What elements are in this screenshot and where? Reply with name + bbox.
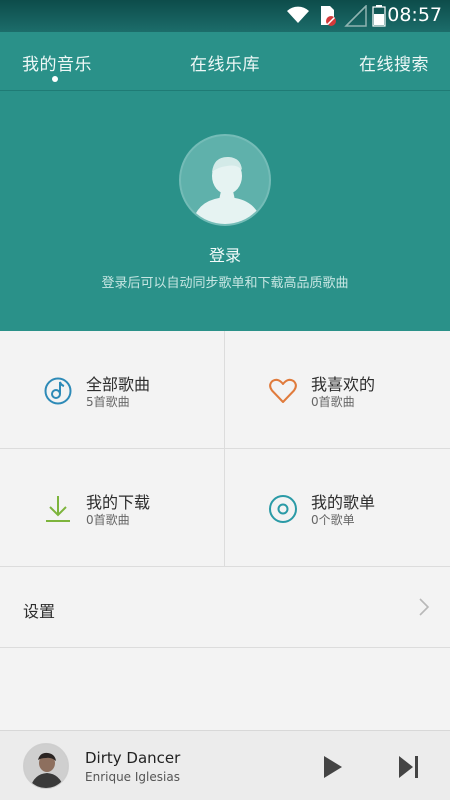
tab-online-search[interactable]: 在线搜索 bbox=[359, 50, 429, 75]
grid-item-all-songs[interactable]: 全部歌曲 5首歌曲 bbox=[0, 331, 225, 449]
music-app-screen: 08:57 我的音乐 在线乐库 在线搜索 登录 登录后可以自动同步歌单和下载高品… bbox=[0, 0, 450, 800]
battery-icon bbox=[372, 5, 386, 27]
grid-item-count: 0首歌曲 bbox=[311, 395, 355, 409]
grid-divider-horizontal bbox=[0, 448, 450, 449]
play-icon[interactable] bbox=[318, 753, 346, 781]
song-artist: Enrique Iglesias bbox=[85, 770, 180, 784]
status-bar: 08:57 bbox=[0, 0, 450, 32]
login-button[interactable]: 登录 bbox=[0, 242, 450, 266]
grid-item-count: 5首歌曲 bbox=[86, 395, 130, 409]
playlist-disc-icon bbox=[269, 495, 297, 523]
download-icon bbox=[46, 496, 70, 522]
grid-item-favorites[interactable]: 我喜欢的 0首歌曲 bbox=[225, 331, 450, 449]
music-note-icon bbox=[44, 377, 72, 405]
artist-photo-icon bbox=[24, 744, 68, 788]
profile-header: 我的音乐 在线乐库 在线搜索 登录 登录后可以自动同步歌单和下载高品质歌曲 bbox=[0, 32, 450, 331]
tab-online-library[interactable]: 在线乐库 bbox=[190, 50, 260, 75]
login-hint: 登录后可以自动同步歌单和下载高品质歌曲 bbox=[101, 276, 349, 291]
tabs-divider bbox=[0, 90, 450, 91]
grid-item-playlists[interactable]: 我的歌单 0个歌单 bbox=[225, 449, 450, 567]
settings-row[interactable]: 设置 bbox=[0, 567, 450, 647]
heart-icon bbox=[269, 378, 297, 403]
clock: 08:57 bbox=[387, 4, 442, 26]
chevron-right-icon bbox=[419, 598, 430, 616]
grid-item-title: 我的下载 bbox=[86, 493, 151, 512]
grid-divider-vertical bbox=[224, 331, 225, 567]
top-tabs: 我的音乐 在线乐库 在线搜索 bbox=[0, 32, 450, 90]
skip-next-icon[interactable] bbox=[395, 753, 423, 781]
mini-player[interactable]: Dirty Dancer Enrique Iglesias bbox=[0, 730, 450, 800]
library-grid: 全部歌曲 5首歌曲 我喜欢的 0首歌曲 我的下载 0首歌曲 我的歌单 0个歌单 bbox=[0, 331, 450, 567]
album-art[interactable] bbox=[23, 743, 69, 789]
grid-item-count: 0首歌曲 bbox=[86, 513, 130, 527]
settings-divider bbox=[0, 647, 450, 648]
person-silhouette-icon bbox=[191, 156, 263, 224]
signal-icon bbox=[344, 5, 367, 27]
tab-my-music[interactable]: 我的音乐 bbox=[22, 50, 92, 75]
grid-item-title: 我的歌单 bbox=[311, 493, 376, 512]
sim-blocked-icon bbox=[321, 6, 336, 26]
user-avatar[interactable] bbox=[179, 134, 271, 226]
grid-item-title: 全部歌曲 bbox=[86, 375, 151, 394]
grid-item-count: 0个歌单 bbox=[311, 513, 355, 527]
song-title: Dirty Dancer bbox=[85, 749, 181, 767]
grid-item-title: 我喜欢的 bbox=[311, 375, 376, 394]
grid-item-downloads[interactable]: 我的下载 0首歌曲 bbox=[0, 449, 225, 567]
active-tab-indicator bbox=[52, 76, 58, 82]
wifi-icon bbox=[287, 6, 309, 23]
settings-label: 设置 bbox=[23, 602, 56, 621]
